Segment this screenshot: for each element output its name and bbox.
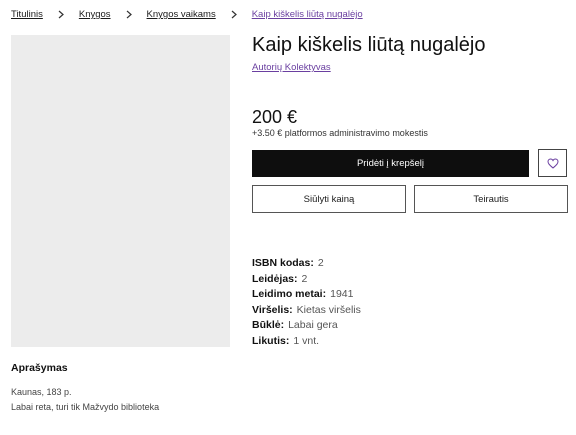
chevron-right-icon xyxy=(122,10,136,20)
chevron-right-icon xyxy=(227,10,241,20)
spec-value: 1941 xyxy=(330,288,354,300)
product-image[interactable] xyxy=(11,35,230,347)
breadcrumb: Titulinis Knygos Knygos vaikams Kaip kiš… xyxy=(11,9,363,20)
inquire-button[interactable]: Teirautis xyxy=(414,185,568,213)
add-to-cart-button[interactable]: Pridėti į krepšelį xyxy=(252,150,529,177)
spec-list: ISBN kodas: 2 Leidėjas: 2 Leidimo metai:… xyxy=(252,256,361,349)
spec-value: 1 vnt. xyxy=(293,334,320,347)
spec-label: Viršelis: xyxy=(252,303,293,316)
breadcrumb-current[interactable]: Kaip kiškelis liūtą nugalėjo xyxy=(252,9,363,20)
spec-value: 2 xyxy=(301,272,308,285)
description-line: Labai reta, turi tik Mažvydo biblioteka xyxy=(11,402,160,412)
spec-row-year: Leidimo metai: 1941 xyxy=(252,287,361,303)
spec-value: Labai gera xyxy=(288,319,338,331)
spec-row-isbn: ISBN kodas: 2 xyxy=(252,256,361,272)
favorite-button[interactable] xyxy=(538,149,567,177)
heart-icon xyxy=(546,157,559,169)
product-title: Kaip kiškelis liūtą nugalėjo xyxy=(252,34,486,56)
spec-value: Kietas viršelis xyxy=(296,303,361,316)
breadcrumb-books[interactable]: Knygos xyxy=(79,9,111,20)
spec-row-stock: Likutis: 1 vnt. xyxy=(252,334,361,350)
spec-row-cover: Viršelis: Kietas viršelis xyxy=(252,303,361,319)
spec-label: ISBN kodas: xyxy=(252,257,314,269)
breadcrumb-childrens-books[interactable]: Knygos vaikams xyxy=(147,9,216,20)
description-heading: Aprašymas xyxy=(11,362,68,374)
spec-value: 2 xyxy=(317,257,324,269)
spec-row-publisher: Leidėjas: 2 xyxy=(252,272,361,288)
chevron-right-icon xyxy=(54,10,68,20)
spec-label: Būklė: xyxy=(252,319,285,331)
price: 200 € xyxy=(252,107,298,127)
breadcrumb-home[interactable]: Titulinis xyxy=(11,9,43,20)
spec-label: Leidimo metai: xyxy=(252,288,327,300)
fee-note: +3.50 € platformos administravimo mokest… xyxy=(252,128,428,138)
spec-row-condition: Būklė: Labai gera xyxy=(252,318,361,334)
spec-label: Leidėjas: xyxy=(252,272,298,285)
author-link[interactable]: Autorių Kolektyvas xyxy=(252,62,331,73)
offer-price-button[interactable]: Siūlyti kainą xyxy=(252,185,406,213)
spec-label: Likutis: xyxy=(252,334,290,347)
description-line: Kaunas, 183 p. xyxy=(11,387,72,397)
